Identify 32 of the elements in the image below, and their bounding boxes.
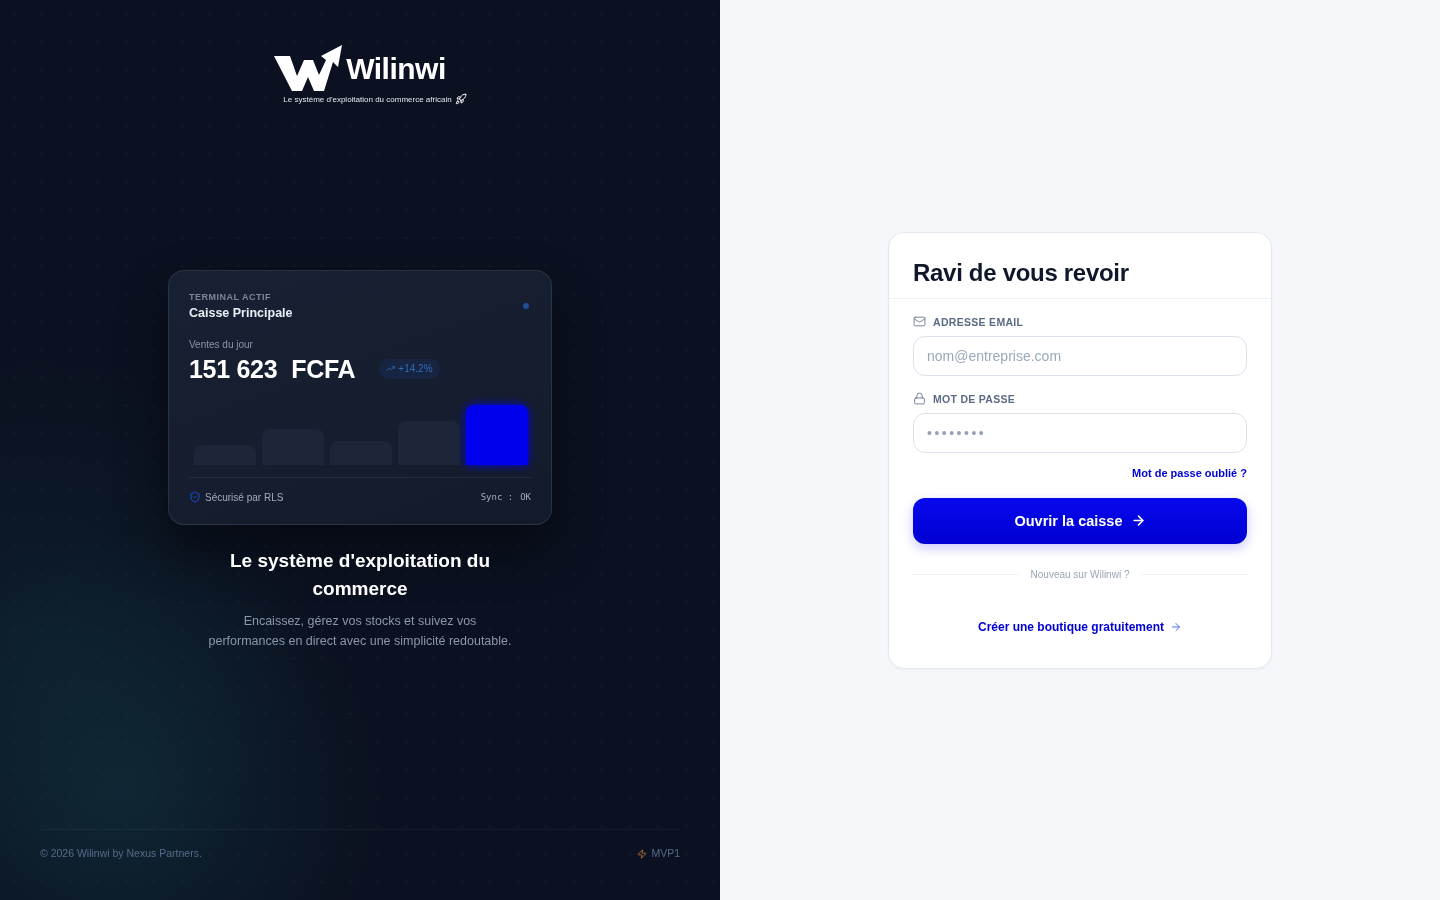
brand-tagline: Le système d'exploitation du commerce africain — [283, 95, 452, 105]
sales-amount: 151 623 — [189, 354, 278, 383]
sync-status: OK — [520, 490, 531, 504]
shield-check-icon — [189, 491, 201, 503]
submit-button[interactable]: Ouvrir la caisse — [913, 497, 1247, 544]
sync-label: Sync : — [480, 490, 514, 504]
arrow-right-icon — [1130, 513, 1146, 528]
pitch-description: Encaissez, gérez vos stocks et suivez vos performances en direct avec une simplicité redoutable. — [207, 612, 513, 650]
forgot-password-link[interactable]: Mot de passe oublié ? — [1132, 465, 1247, 480]
lock-icon — [913, 392, 926, 405]
pitch-heading: Le système d'exploitation du commerce — [229, 548, 491, 601]
terminal-label: TERMINAL ACTIF — [189, 291, 272, 303]
mail-icon — [913, 315, 926, 328]
sales-label: Ventes du jour — [189, 337, 254, 351]
logo-icon — [274, 44, 345, 92]
divider-text: Nouveau sur Wilinwi ? — [1030, 568, 1130, 581]
rocket-icon — [454, 93, 467, 105]
copyright-text: © 2026 Wilinwi by Nexus Partners. — [40, 847, 202, 860]
email-field[interactable]: nom@entreprise.com — [913, 335, 1247, 376]
brand-name: Wilinwi — [346, 53, 446, 85]
login-title: Ravi de vous revoir — [913, 257, 1130, 288]
signup-link[interactable]: Créer une boutique gratuitement — [978, 618, 1182, 635]
lightning-icon — [637, 848, 648, 859]
currency-label: FCFA — [291, 354, 356, 383]
terminal-name: Caisse Principale — [189, 304, 293, 321]
field-label: MOT DE PASSE — [933, 391, 1016, 406]
version-label: MVP1 — [651, 847, 680, 860]
trend-up-icon — [386, 364, 396, 373]
arrow-right-icon — [1170, 620, 1182, 633]
trend-value: +14.2% — [398, 362, 433, 375]
security-note: Sécurisé par RLS — [205, 490, 284, 504]
field-label: ADRESSE EMAIL — [933, 314, 1024, 329]
